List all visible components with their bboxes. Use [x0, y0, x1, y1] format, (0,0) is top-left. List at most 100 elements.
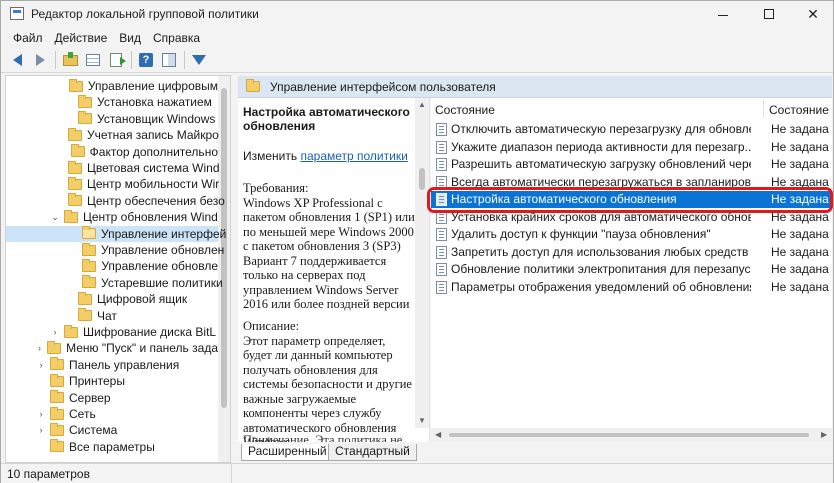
tree-item[interactable]: › Меню "Пуск" и панель зада [6, 340, 218, 356]
scroll-up-icon[interactable]: ▲ [418, 100, 426, 109]
policy-state: Не задана [771, 122, 829, 136]
expanded-chevron-icon[interactable]: ⌄ [50, 212, 60, 223]
policy-row[interactable]: Параметры отображения уведомлений об обн… [431, 279, 832, 296]
tree-item[interactable]: › Шифрование диска BitL [6, 324, 218, 340]
tree-item[interactable]: Центр мобильности Wir [6, 176, 220, 192]
app-icon [10, 7, 24, 20]
tree-item[interactable]: Центр обеспечения безо [6, 193, 225, 209]
minimize-icon [718, 14, 728, 16]
policy-state: Не задана [771, 244, 829, 259]
tree-item-label: Управление цифровым [87, 79, 218, 93]
folder-icon [50, 373, 64, 387]
export-list-icon [110, 53, 126, 67]
tree-item[interactable]: Управление обновлен [6, 242, 224, 258]
tree-scrollbar[interactable] [218, 76, 230, 462]
tree-item[interactable]: Цифровой ящик [6, 291, 218, 307]
tree-item[interactable]: Установщик Windows [6, 111, 218, 127]
menu-action[interactable]: Действие [49, 31, 114, 45]
up-folder-button[interactable] [60, 50, 80, 70]
tree-item-label: Система [69, 423, 118, 438]
column-header-setting[interactable]: Состояние [435, 103, 495, 117]
show-hide-tree-button[interactable] [83, 50, 103, 70]
tree-item[interactable]: Управление цифровым [6, 78, 218, 94]
export-list-button[interactable] [106, 50, 126, 70]
view-tabs: Расширенный Стандартный [238, 442, 832, 462]
tree-item[interactable]: Учетная запись Майкро [6, 127, 219, 143]
maximize-button[interactable] [747, 1, 791, 27]
tree-item[interactable]: Устаревшие политики [6, 275, 223, 291]
column-separator[interactable] [763, 100, 764, 118]
tree-item[interactable]: Все параметры [6, 439, 218, 455]
tree-item[interactable]: Чат [6, 308, 218, 324]
help-button[interactable]: ? [136, 50, 156, 70]
policy-setting-icon [436, 140, 447, 154]
tree-item[interactable]: Управление обновле [6, 258, 218, 274]
tree-item[interactable]: Фактор дополнительно [6, 144, 218, 160]
menu-view[interactable]: Вид [113, 31, 147, 45]
back-button[interactable] [7, 50, 27, 70]
policy-row[interactable]: Укажите диапазон периода активности для … [431, 139, 832, 156]
tree-item[interactable]: Принтеры [6, 373, 218, 389]
close-button[interactable]: ✕ [791, 1, 834, 27]
tree-item[interactable]: Управление интерфей [6, 225, 226, 242]
description-scrollbar[interactable]: ▲ ▼ [415, 98, 429, 428]
policy-name: Всегда автоматически перезагружаться в з… [451, 174, 751, 189]
settings-list: Состояние Состояние Отключить автоматиче… [431, 98, 832, 428]
scroll-right-icon[interactable]: ▶ [821, 430, 827, 439]
scroll-down-icon[interactable]: ▼ [418, 416, 426, 425]
folder-icon [50, 422, 64, 436]
policy-row[interactable]: Запретить доступ для использования любых… [431, 244, 832, 261]
edit-policy-link[interactable]: параметр политики [300, 149, 407, 163]
tab-extended[interactable]: Расширенный [241, 444, 334, 461]
collapsed-chevron-icon[interactable]: › [50, 327, 60, 337]
folder-icon [82, 258, 97, 272]
tree-item[interactable]: › Система [6, 422, 218, 438]
tab-standard[interactable]: Стандартный [328, 444, 417, 461]
tree-item-label: Центр мобильности Wir [87, 177, 220, 192]
tree-item[interactable]: Установка нажатием [6, 94, 218, 110]
tree-item-label: Цифровой ящик [97, 292, 188, 307]
policy-row[interactable]: Всегда автоматически перезагружаться в з… [431, 174, 832, 191]
policy-row[interactable]: Обновление политики электропитания для п… [431, 261, 832, 278]
minimize-button[interactable] [701, 1, 745, 27]
policy-name: Удалить доступ к функции "пауза обновлен… [451, 227, 711, 241]
tree-item[interactable]: › Сеть [6, 406, 218, 422]
scroll-left-icon[interactable]: ◀ [435, 430, 441, 439]
menu-help[interactable]: Справка [147, 31, 206, 45]
tree-item-label: Меню "Пуск" и панель зада [66, 341, 218, 356]
description-scroll-thumb[interactable] [419, 168, 425, 190]
policy-row[interactable]: Отключить автоматическую перезагрузку дл… [431, 121, 832, 138]
policy-row[interactable]: Установка крайних сроков для автоматичес… [431, 209, 832, 226]
close-icon: ✕ [807, 5, 819, 22]
tree-item-label: Панель управления [69, 357, 180, 372]
tree-item-label: Устаревшие политики [101, 275, 223, 290]
tree-item[interactable]: Цветовая система Wind [6, 160, 220, 176]
filter-button[interactable] [189, 50, 209, 70]
up-folder-icon [62, 51, 78, 66]
tree-item[interactable]: Сервер [6, 390, 218, 406]
collapsed-chevron-icon[interactable]: › [36, 343, 43, 353]
tree-item[interactable]: ⌄ Центр обновления Wind [6, 209, 218, 225]
collapsed-chevron-icon[interactable]: › [36, 409, 46, 419]
list-scroll-thumb[interactable] [449, 433, 809, 437]
policy-row[interactable]: Настройка автоматического обновления Не з… [431, 191, 832, 208]
policy-setting-icon [436, 280, 447, 294]
tree-item[interactable]: › Панель управления [6, 357, 218, 373]
tree-item-label: Все параметры [69, 439, 155, 454]
folder-icon [82, 275, 96, 289]
properties-button[interactable] [159, 50, 179, 70]
policy-row[interactable]: Разрешить автоматическую загрузку обновл… [431, 156, 832, 173]
tree-item-label: Управление обновле [101, 259, 218, 274]
collapsed-chevron-icon[interactable]: › [36, 360, 46, 370]
policy-state: Не задана [771, 209, 829, 224]
status-divider [231, 464, 232, 483]
column-header-state[interactable]: Состояние [769, 103, 829, 117]
collapsed-chevron-icon[interactable]: › [36, 425, 46, 435]
policy-setting-icon [436, 228, 447, 241]
tree-item-label: Шифрование диска BitL [83, 325, 217, 339]
list-horizontal-scrollbar[interactable]: ◀ ▶ [431, 428, 832, 442]
menu-file[interactable]: Файл [7, 31, 49, 45]
forward-button[interactable] [30, 50, 50, 70]
policy-row[interactable]: Удалить доступ к функции "пауза обновлен… [431, 226, 832, 243]
policy-state: Не задана [771, 227, 829, 241]
